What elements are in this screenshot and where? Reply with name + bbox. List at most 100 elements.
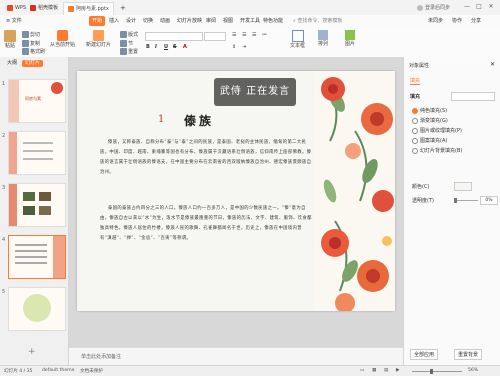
slide-number: 5 [2,289,6,295]
slide-paragraph[interactable]: 傣族，又称泰族、自称分布“泰”与“泰”之间的民族，是泰国、老挝的主体民族，缅甸的… [100,138,313,178]
new-slide-button[interactable]: 新建幻灯片 [86,30,111,48]
tab-outline[interactable]: 大纲 [4,60,20,67]
apply-all-button[interactable]: 全部应用 [410,349,439,360]
share-button[interactable]: 分享 [468,16,484,26]
tab-template[interactable]: 稻壳模板 [26,2,62,14]
option-picture-fill[interactable]: 图片或纹理填充(P) [412,127,462,134]
align-center-icon[interactable]: ☰ [242,32,246,38]
radio-icon [412,117,418,124]
tab-fill[interactable]: 填充 [410,77,421,85]
menu-animation[interactable]: 动画 [157,16,173,26]
thumb-photo [23,192,35,201]
bullets-icon[interactable]: ≔ [262,32,267,38]
zoom-level[interactable]: 56% [468,368,478,373]
arrange-button[interactable]: 排列 [318,30,328,47]
menu-design[interactable]: 设计 [123,16,139,26]
thumb-title: 阿房与素 [25,96,41,101]
align-left-icon[interactable]: ☰ [232,32,236,38]
maximize-button[interactable]: □ [474,2,484,12]
command-search[interactable]: ⌕ 查找命令、搜索模板 [290,16,345,26]
section-button[interactable]: 节 [120,40,133,47]
format-painter-button[interactable]: 格式刷 [22,48,45,55]
thumb-photo [39,206,51,215]
menu-view[interactable]: 视图 [220,16,236,26]
thumb-line [15,256,47,258]
reading-view-icon[interactable]: ▤ [384,368,388,373]
option-solid-fill[interactable]: 纯色填充(S) [412,107,447,114]
add-slide-button[interactable]: + [28,347,36,357]
notes-placeholder: 单击此处添加备注 [81,354,122,360]
slider-handle[interactable] [454,198,457,203]
docer-icon [30,4,36,11]
slide-thumbnail-3[interactable] [8,183,66,227]
color-picker[interactable] [454,182,472,191]
title-bar: WPS 稻壳模板 阿房与素.pptx + 登录后同步 — □ ✕ [0,0,500,16]
play-from-current-button[interactable]: 从当前开始 [50,30,75,48]
paste-button[interactable]: 粘贴 [4,30,16,49]
close-button[interactable]: ✕ [486,2,496,12]
option-pattern-fill[interactable]: 图案填充(A) [412,137,447,144]
reset-background-button[interactable]: 重置背景 [454,349,483,360]
ppt-file-icon [68,5,74,12]
close-icon[interactable]: ✕ [490,61,495,68]
menu-special[interactable]: 特色功能 [260,16,286,26]
underline-button[interactable]: U [164,44,168,50]
current-slide[interactable]: 武侍 正在发言 1 傣族 傣族，又称泰族、自称分布“泰”与“泰”之间的民族，是泰… [77,71,395,311]
line-spacing-icon[interactable]: ⇕ [232,44,236,50]
collaborate-button[interactable]: 协作 [449,16,465,26]
transparency-slider[interactable] [454,200,478,201]
section-icon [120,40,127,47]
normal-view-icon[interactable]: ▭ [360,368,364,373]
font-name-select[interactable] [145,32,203,41]
slide-thumbnail-2[interactable] [8,131,66,175]
title-number: 1 [158,114,165,125]
reset-button[interactable]: 重置 [120,48,138,55]
notes-pane[interactable]: 单击此处添加备注 [69,347,403,366]
tab-slides[interactable]: 幻灯片 [22,60,44,67]
menu-slideshow[interactable]: 幻灯片放映 [174,16,205,26]
new-tab-button[interactable]: + [116,2,130,14]
slideshow-view-icon[interactable]: ▶ [396,368,400,373]
protection-status[interactable]: 文档未保护 [80,368,103,374]
strikethrough-button[interactable]: S [173,44,177,50]
menu-insert[interactable]: 插入 [106,16,122,26]
object-properties-pane: 对象属性 ✕ 填充 填充 纯色填充(S) 渐变填充(G) 图片或纹理填充(P) … [403,57,500,365]
copy-button[interactable]: 复制 [22,40,40,47]
minimize-button[interactable]: — [462,2,472,12]
arrange-icon [318,30,328,40]
sync-status[interactable]: 未同步 [425,16,446,26]
transparency-value[interactable]: 0% [480,196,498,205]
new-slide-icon [93,30,104,41]
menu-transition[interactable]: 切换 [140,16,156,26]
italic-button[interactable]: I [155,44,157,50]
layout-button[interactable]: 版式 [120,31,138,38]
thumb-decoration [9,132,17,174]
option-gradient-fill[interactable]: 渐变填充(G) [412,117,448,124]
align-right-icon[interactable]: ☰ [252,32,256,38]
cut-button[interactable]: 剪切 [22,31,40,38]
sorter-view-icon[interactable]: ▦ [372,368,376,373]
slide-paragraph[interactable]: 泰国的泰族占约四分之三的人口。傣族人口约一百多万人，是中国的少数民族之一。“傣”… [100,204,313,244]
wps-logo-icon [7,4,13,11]
slide-thumbnail-5[interactable] [8,287,66,331]
indent-icon[interactable]: ⇥ [242,44,246,50]
zoom-slider[interactable] [412,371,462,372]
tab-document[interactable]: 阿房与素.pptx [63,2,114,15]
textbox-button[interactable]: 文本框 [290,30,305,49]
clipboard-icon [4,30,16,42]
fill-type-select[interactable] [451,92,495,101]
slide-thumbnail-1[interactable]: 阿房与素 [8,79,66,123]
picture-button[interactable]: 图片 [345,30,355,47]
menu-home[interactable]: 开始 [89,16,106,26]
menu-file[interactable]: ≡ 文件 [3,16,25,26]
zoom-handle[interactable] [430,369,433,374]
font-size-select[interactable] [204,32,226,41]
font-color-button[interactable]: A [183,44,187,50]
option-background-fill[interactable]: 幻灯片背景填充(B) [412,147,462,154]
account-status[interactable]: 登录后同步 [413,2,454,14]
menu-review[interactable]: 审阅 [203,16,219,26]
slide-thumbnail-pane: 大纲 幻灯片 1 阿房与素 2 3 4 5 + [0,57,69,365]
slide-thumbnail-4[interactable] [8,235,66,279]
bold-button[interactable]: B [146,44,150,50]
slide-title[interactable]: 傣族 [184,112,214,129]
